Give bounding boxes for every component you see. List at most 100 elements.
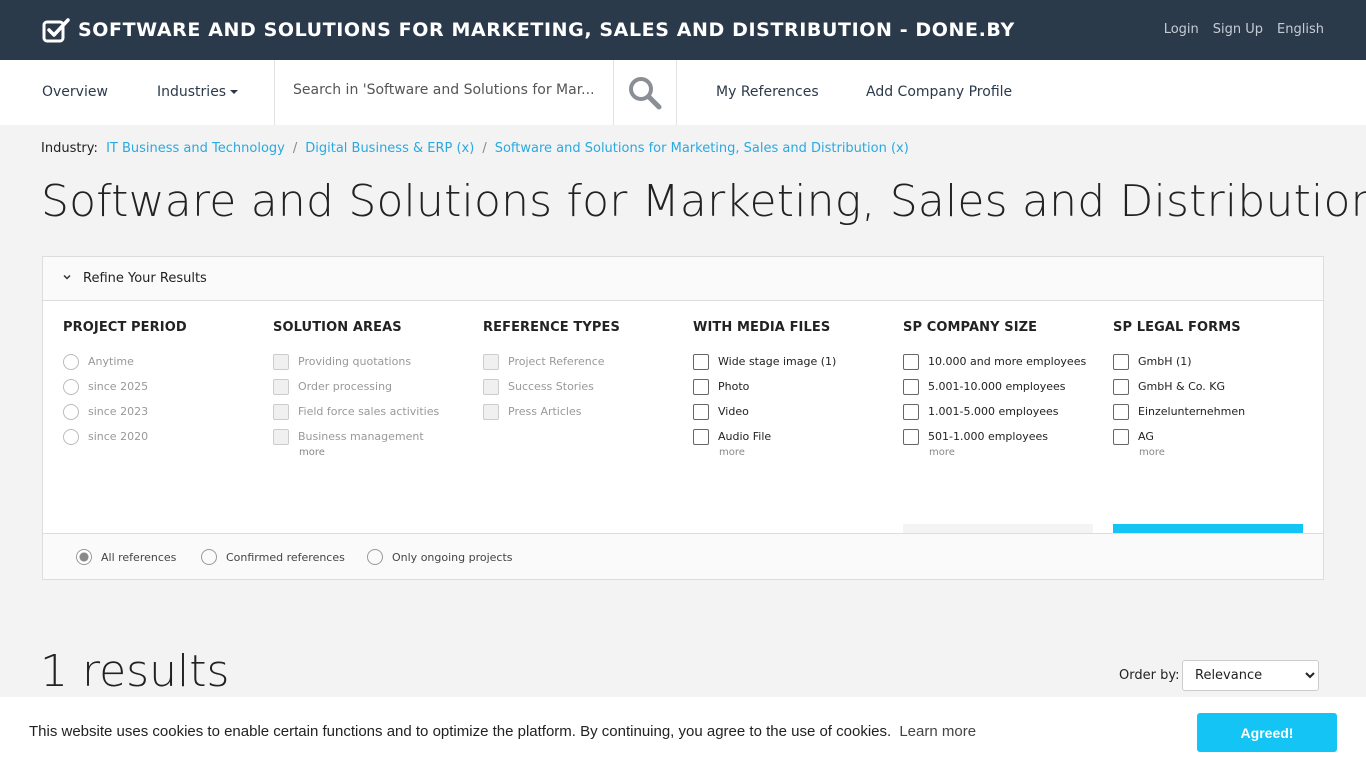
signup-link[interactable]: Sign Up <box>1213 22 1263 37</box>
option-label: AG <box>1138 430 1154 443</box>
brand[interactable]: SOFTWARE AND SOLUTIONS FOR MARKETING, SA… <box>42 17 1015 43</box>
filter-heading: PROJECT PERIOD <box>63 320 187 335</box>
filter-option[interactable]: AG <box>1113 424 1313 449</box>
option-label: Audio File <box>718 430 772 443</box>
filter-option[interactable]: Press Articles <box>483 399 683 424</box>
filter-option[interactable]: 5.001-10.000 employees <box>903 374 1103 399</box>
breadcrumb-item[interactable]: IT Business and Technology <box>106 141 285 156</box>
checkbox[interactable] <box>903 378 919 395</box>
checkbox[interactable] <box>483 403 499 420</box>
scope-option-all[interactable]: All references <box>76 549 176 565</box>
refine-results-header[interactable]: Refine Your Results <box>43 257 1323 301</box>
filter-option[interactable]: since 2025 <box>63 374 263 399</box>
filter-option[interactable]: 501-1.000 employees <box>903 424 1103 449</box>
checkbox[interactable] <box>273 353 289 370</box>
filter-option[interactable]: since 2023 <box>63 399 263 424</box>
option-label: Providing quotations <box>298 355 412 368</box>
more-link[interactable]: more <box>929 447 1103 458</box>
filter-heading: REFERENCE TYPES <box>483 320 620 335</box>
nav-overview[interactable]: Overview <box>42 84 108 100</box>
filter-option[interactable]: 10.000 and more employees <box>903 349 1103 374</box>
nav-my-references[interactable]: My References <box>716 84 819 100</box>
radio[interactable] <box>63 353 79 370</box>
option-label: 5.001-10.000 employees <box>928 380 1066 393</box>
cookie-banner: This website uses cookies to enable cert… <box>0 697 1366 768</box>
nav-industries-label: Industries <box>157 84 227 100</box>
checkbox[interactable] <box>1113 378 1129 395</box>
option-label: Business management <box>298 430 424 443</box>
filter-option[interactable]: GmbH (1) <box>1113 349 1313 374</box>
filter-option[interactable]: Order processing <box>273 374 473 399</box>
checkbox[interactable] <box>693 403 709 420</box>
order-by-select[interactable]: Relevance <box>1182 660 1319 691</box>
nav-add-company-profile[interactable]: Add Company Profile <box>866 84 1012 100</box>
caret-down-icon <box>230 90 239 94</box>
checkbox[interactable] <box>483 353 499 370</box>
checkbox[interactable] <box>693 428 709 445</box>
checkbox[interactable] <box>1113 428 1129 445</box>
radio[interactable] <box>63 378 79 395</box>
filter-option[interactable]: Business management <box>273 424 473 449</box>
filter-option[interactable]: Photo <box>693 374 893 399</box>
filter-option[interactable]: Project Reference <box>483 349 683 374</box>
filter-option[interactable]: Einzelunternehmen <box>1113 399 1313 424</box>
brand-title: SOFTWARE AND SOLUTIONS FOR MARKETING, SA… <box>78 19 1015 41</box>
filter-option[interactable]: Field force sales activities <box>273 399 473 424</box>
option-label: since 2020 <box>88 430 149 443</box>
cookie-learn-more-link[interactable]: Learn more <box>899 723 976 740</box>
radio[interactable] <box>367 549 383 565</box>
scope-option-confirmed[interactable]: Confirmed references <box>201 549 345 565</box>
radio[interactable] <box>63 403 79 420</box>
more-link[interactable]: more <box>299 447 473 458</box>
checkbox[interactable] <box>273 378 289 395</box>
more-link[interactable]: more <box>1139 447 1313 458</box>
nav-industries-dropdown[interactable]: Industries <box>157 84 239 100</box>
option-label: Order processing <box>298 380 393 393</box>
breadcrumb-item[interactable]: Software and Solutions for Marketing, Sa… <box>495 141 909 156</box>
checkbox[interactable] <box>273 403 289 420</box>
checkbox[interactable] <box>903 428 919 445</box>
search-input[interactable] <box>293 82 593 98</box>
checkbox[interactable] <box>903 353 919 370</box>
scope-option-ongoing[interactable]: Only ongoing projects <box>367 549 513 565</box>
top-header-bar: SOFTWARE AND SOLUTIONS FOR MARKETING, SA… <box>0 0 1366 60</box>
filter-media-files: WITH MEDIA FILES Wide stage image (1) Ph… <box>693 320 893 458</box>
option-label: 10.000 and more employees <box>928 355 1087 368</box>
option-label: GmbH & Co. KG <box>1138 380 1226 393</box>
checkbox[interactable] <box>483 378 499 395</box>
language-link[interactable]: English <box>1277 22 1324 37</box>
filter-option[interactable]: Anytime <box>63 349 263 374</box>
order-by-label: Order by: <box>1119 668 1180 683</box>
cookie-agree-button[interactable]: Agreed! <box>1197 713 1337 752</box>
checkbox[interactable] <box>1113 353 1129 370</box>
cookie-message: This website uses cookies to enable cert… <box>29 723 976 740</box>
checkbox[interactable] <box>273 428 289 445</box>
radio[interactable] <box>76 549 92 565</box>
login-link[interactable]: Login <box>1164 22 1199 37</box>
search-icon <box>629 76 662 109</box>
filter-option[interactable]: Video <box>693 399 893 424</box>
radio[interactable] <box>63 428 79 445</box>
checkbox[interactable] <box>693 353 709 370</box>
checkbox[interactable] <box>693 378 709 395</box>
breadcrumb-label: Industry: <box>41 141 98 156</box>
option-label: since 2025 <box>88 380 149 393</box>
option-label: Video <box>718 405 749 418</box>
filter-option[interactable]: 1.001-5.000 employees <box>903 399 1103 424</box>
more-link[interactable]: more <box>719 447 893 458</box>
breadcrumb-item[interactable]: Digital Business & ERP (x) <box>305 141 474 156</box>
filter-option[interactable]: Providing quotations <box>273 349 473 374</box>
radio[interactable] <box>201 549 217 565</box>
filter-columns: PROJECT PERIOD Anytime since 2025 since … <box>43 302 1323 559</box>
filter-option[interactable]: GmbH & Co. KG <box>1113 374 1313 399</box>
checkbox-logo-icon <box>42 18 70 43</box>
filter-option[interactable]: since 2020 <box>63 424 263 449</box>
checkbox[interactable] <box>1113 403 1129 420</box>
search-button[interactable] <box>614 60 677 125</box>
filter-option[interactable]: Audio File <box>693 424 893 449</box>
filter-heading: SP COMPANY SIZE <box>903 320 1038 335</box>
filter-option[interactable]: Success Stories <box>483 374 683 399</box>
checkbox[interactable] <box>903 403 919 420</box>
cookie-text: This website uses cookies to enable cert… <box>29 723 892 740</box>
filter-option[interactable]: Wide stage image (1) <box>693 349 893 374</box>
